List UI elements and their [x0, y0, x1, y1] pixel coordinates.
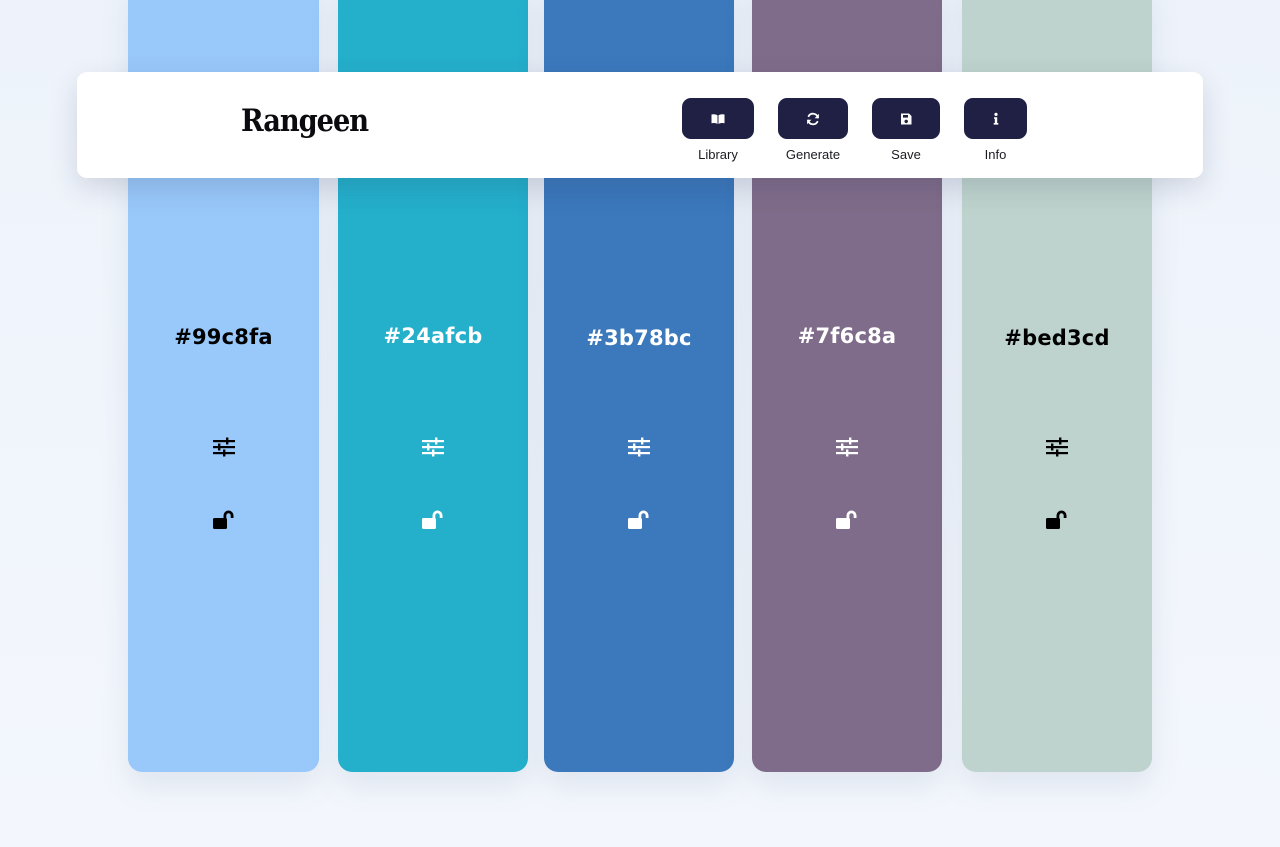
- hex-code-label[interactable]: #24afcb: [338, 324, 528, 348]
- unlock-icon[interactable]: [1045, 508, 1069, 532]
- generate-tool: Generate: [778, 98, 848, 162]
- sliders-icon[interactable]: [836, 437, 858, 457]
- save-label: Save: [891, 147, 921, 162]
- library-tool: Library: [682, 98, 754, 162]
- info-button[interactable]: [964, 98, 1027, 139]
- refresh-icon: [806, 112, 820, 126]
- info-label: Info: [984, 147, 1007, 162]
- info-tool: Info: [964, 98, 1027, 162]
- generate-button[interactable]: [778, 98, 848, 139]
- library-button[interactable]: [682, 98, 754, 139]
- sliders-icon[interactable]: [1046, 437, 1068, 457]
- generate-label: Generate: [785, 147, 841, 162]
- book-icon: [711, 112, 725, 126]
- sliders-icon[interactable]: [212, 437, 235, 457]
- hex-code-label[interactable]: #7f6c8a: [752, 324, 942, 348]
- hex-code-label[interactable]: #bed3cd: [962, 326, 1152, 350]
- sliders-icon[interactable]: [422, 437, 444, 457]
- unlock-icon[interactable]: [421, 508, 445, 532]
- hex-code-label[interactable]: #99c8fa: [128, 325, 319, 349]
- save-button[interactable]: [872, 98, 940, 139]
- info-icon: [989, 112, 1003, 126]
- sliders-icon[interactable]: [628, 437, 650, 457]
- unlock-icon[interactable]: [835, 508, 859, 532]
- unlock-icon[interactable]: [212, 508, 236, 532]
- hex-code-label[interactable]: #3b78bc: [544, 326, 734, 350]
- floppy-disk-icon: [899, 112, 913, 126]
- header-bar: Rangeen Library Generate Save Info: [77, 72, 1203, 178]
- library-label: Library: [698, 147, 738, 162]
- app-logo[interactable]: Rangeen: [241, 103, 369, 139]
- unlock-icon[interactable]: [627, 508, 651, 532]
- save-tool: Save: [872, 98, 940, 162]
